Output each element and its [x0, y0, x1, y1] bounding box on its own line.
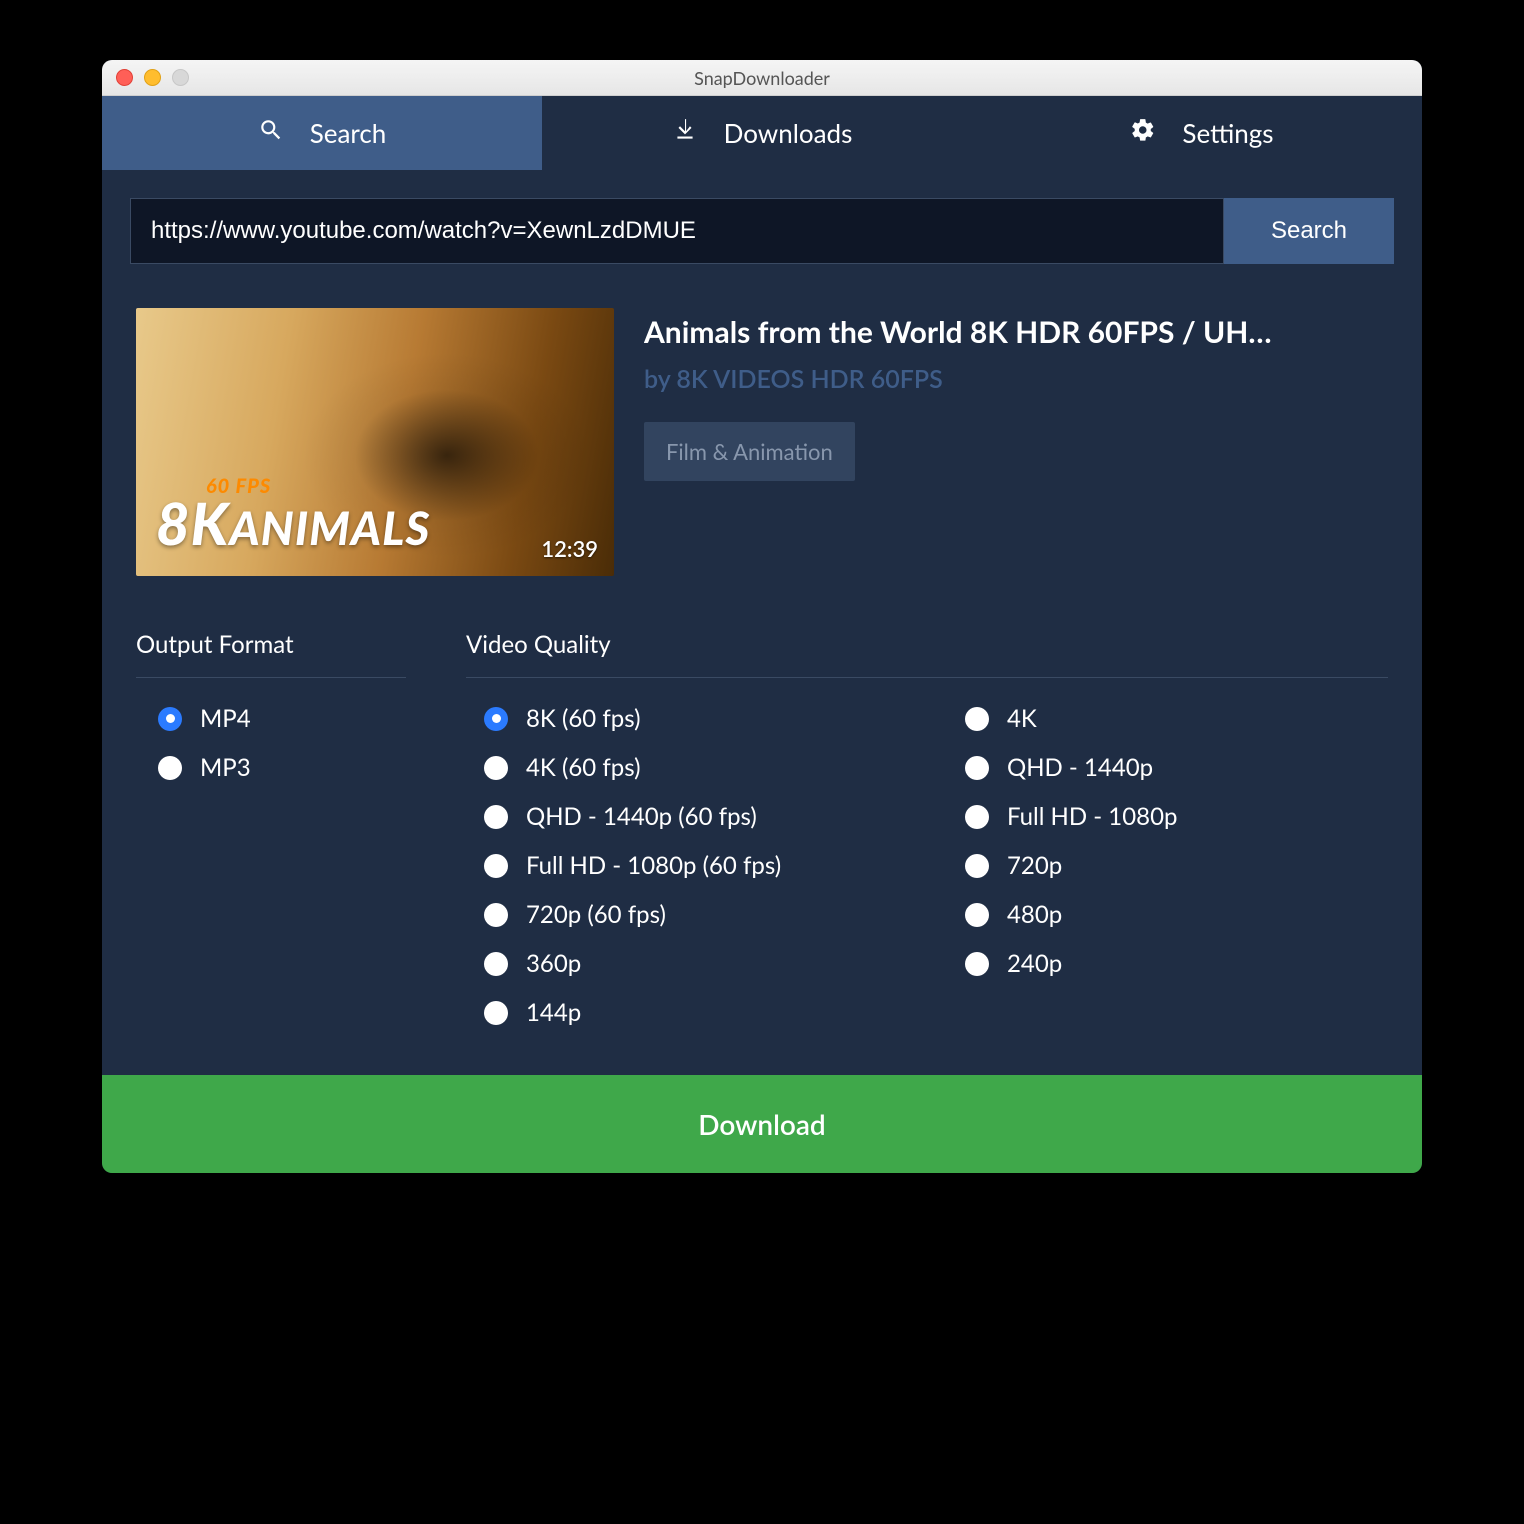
radio-icon [484, 707, 508, 731]
format-mp4[interactable]: MP4 [158, 704, 406, 733]
quality-label: 480p [1007, 900, 1062, 929]
format-mp3[interactable]: MP3 [158, 753, 406, 782]
quality-720p[interactable]: 720p [965, 851, 1388, 880]
thumbnail-sub-text: ANIMALS [229, 500, 430, 555]
video-quality-title: Video Quality [466, 630, 1388, 678]
quality-fhd-60fps[interactable]: Full HD - 1080p (60 fps) [484, 851, 907, 880]
video-duration: 12:39 [541, 535, 598, 562]
output-format-section: Output Format MP4 MP3 [136, 630, 406, 1027]
options-area: Output Format MP4 MP3 Video Quality [136, 630, 1388, 1027]
category-badge[interactable]: Film & Animation [644, 422, 855, 481]
radio-icon [484, 903, 508, 927]
url-input[interactable] [130, 198, 1224, 264]
quality-720p-60fps[interactable]: 720p (60 fps) [484, 900, 907, 929]
video-quality-section: Video Quality 8K (60 fps) 4K (60 fps) [466, 630, 1388, 1027]
quality-144p[interactable]: 144p [484, 998, 907, 1027]
radio-icon [965, 952, 989, 976]
quality-8k-60fps[interactable]: 8K (60 fps) [484, 704, 907, 733]
content-area: 60 FPS 8KANIMALS 12:39 Animals from the … [102, 264, 1422, 1075]
radio-icon [965, 854, 989, 878]
radio-icon [965, 903, 989, 927]
tab-downloads[interactable]: Downloads [542, 96, 982, 170]
quality-label: 240p [1007, 949, 1062, 978]
radio-icon [158, 707, 182, 731]
quality-label: QHD - 1440p [1007, 753, 1153, 782]
search-button[interactable]: Search [1224, 198, 1394, 264]
quality-label: QHD - 1440p (60 fps) [526, 802, 757, 831]
quality-480p[interactable]: 480p [965, 900, 1388, 929]
tab-search-label: Search [310, 117, 387, 149]
radio-icon [484, 1001, 508, 1025]
quality-label: 720p (60 fps) [526, 900, 666, 929]
quality-240p[interactable]: 240p [965, 949, 1388, 978]
format-mp4-label: MP4 [200, 704, 251, 733]
quality-label: 360p [526, 949, 581, 978]
quality-label: 720p [1007, 851, 1062, 880]
radio-icon [965, 805, 989, 829]
quality-label: 144p [526, 998, 581, 1027]
video-title: Animals from the World 8K HDR 60FPS / UH… [644, 314, 1388, 350]
quality-label: 4K [1007, 704, 1037, 733]
radio-icon [484, 756, 508, 780]
video-channel[interactable]: by 8K VIDEOS HDR 60FPS [644, 364, 1388, 394]
radio-icon [484, 805, 508, 829]
gear-icon [1130, 117, 1156, 149]
thumbnail-8k-badge: 8KANIMALS [156, 489, 430, 558]
quality-label: Full HD - 1080p [1007, 802, 1177, 831]
tab-search[interactable]: Search [102, 96, 542, 170]
radio-icon [484, 854, 508, 878]
window-title: SnapDownloader [102, 67, 1422, 89]
radio-icon [965, 707, 989, 731]
video-meta: Animals from the World 8K HDR 60FPS / UH… [644, 308, 1388, 481]
radio-icon [484, 952, 508, 976]
quality-4k[interactable]: 4K [965, 704, 1388, 733]
main-tabs: Search Downloads Settings [102, 96, 1422, 170]
video-thumbnail[interactable]: 60 FPS 8KANIMALS 12:39 [136, 308, 614, 576]
output-format-title: Output Format [136, 630, 406, 678]
channel-name: 8K VIDEOS HDR 60FPS [676, 364, 942, 394]
quality-label: Full HD - 1080p (60 fps) [526, 851, 781, 880]
radio-icon [965, 756, 989, 780]
titlebar: SnapDownloader [102, 60, 1422, 96]
tab-settings-label: Settings [1182, 117, 1273, 149]
app-window: SnapDownloader Search Downloads Settings… [102, 60, 1422, 1173]
tab-downloads-label: Downloads [724, 117, 853, 149]
quality-qhd[interactable]: QHD - 1440p [965, 753, 1388, 782]
channel-prefix: by [644, 364, 676, 394]
tab-settings[interactable]: Settings [982, 96, 1422, 170]
quality-4k-60fps[interactable]: 4K (60 fps) [484, 753, 907, 782]
format-mp3-label: MP3 [200, 753, 251, 782]
search-bar: Search [130, 198, 1394, 264]
thumbnail-8k-text: 8K [156, 489, 229, 558]
video-preview: 60 FPS 8KANIMALS 12:39 Animals from the … [136, 308, 1388, 576]
search-icon [258, 117, 284, 149]
quality-fhd[interactable]: Full HD - 1080p [965, 802, 1388, 831]
download-icon [672, 117, 698, 149]
quality-qhd-60fps[interactable]: QHD - 1440p (60 fps) [484, 802, 907, 831]
download-button[interactable]: Download [102, 1075, 1422, 1173]
radio-icon [158, 756, 182, 780]
quality-360p[interactable]: 360p [484, 949, 907, 978]
quality-label: 8K (60 fps) [526, 704, 641, 733]
quality-label: 4K (60 fps) [526, 753, 641, 782]
